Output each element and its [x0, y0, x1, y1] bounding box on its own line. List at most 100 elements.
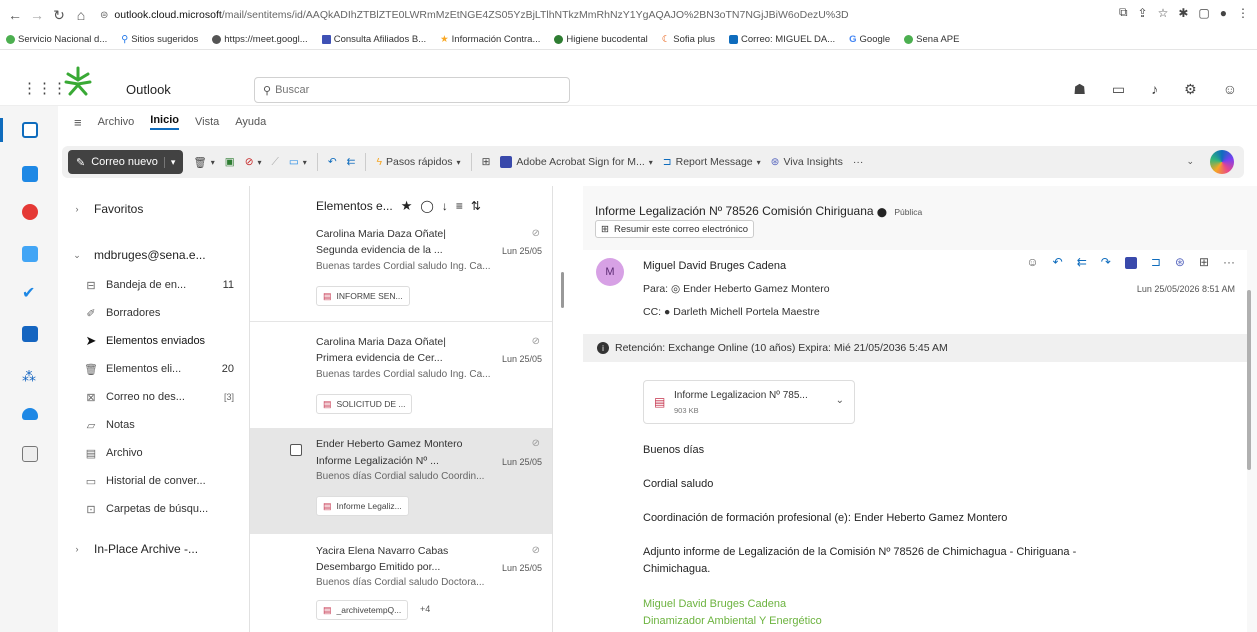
cc-recipients[interactable]: CC: ● Darleth Michell Portela Maestre	[643, 306, 820, 318]
app-launcher-icon[interactable]: ⋮⋮⋮	[22, 79, 67, 97]
viva-icon[interactable]: ⊛	[1175, 255, 1185, 269]
sweep-button[interactable]: ⟋	[272, 156, 279, 169]
favorites-section[interactable]: › Favoritos	[58, 196, 248, 222]
list-item[interactable]: Yacira Elena Navarro Cabas ⊘ Desembargo …	[250, 535, 552, 632]
folder-search[interactable]: ⊡ Carpetas de búsqu...	[58, 496, 248, 522]
tab-vista[interactable]: Vista	[195, 116, 219, 128]
back-icon[interactable]: ←	[4, 4, 26, 26]
attachment-chip[interactable]: ▤ SOLICITUD DE ...	[316, 394, 413, 414]
folder-junk[interactable]: ⊠ Correo no des... [3]	[58, 384, 248, 410]
extensions-icon[interactable]: ✱	[1178, 6, 1188, 20]
forward-icon[interactable]: ↷	[1101, 255, 1111, 269]
list-item[interactable]: Carolina Maria Daza Oñate| ⊘ Primera evi…	[250, 322, 552, 427]
sidebar-icon[interactable]: ▢	[1198, 6, 1209, 20]
more-apps-icon[interactable]	[22, 446, 38, 462]
site-info-icon[interactable]: ⊜	[100, 10, 108, 21]
reload-icon[interactable]: ↻	[48, 4, 70, 26]
archive-button[interactable]: ▣	[225, 156, 235, 168]
profile-icon[interactable]: ●	[1220, 6, 1227, 20]
people-icon[interactable]	[22, 246, 38, 262]
adobe-sign-button[interactable]: Adobe Acrobat Sign for M... ▾	[500, 156, 653, 168]
summarize-button[interactable]: ⊞ Resumir este correo electrónico	[595, 220, 755, 238]
apps-button[interactable]: ⊞	[482, 156, 491, 168]
todo-icon[interactable]: ✔	[22, 286, 38, 302]
adobe-icon[interactable]	[1124, 257, 1137, 269]
share-icon[interactable]: ⇪	[1138, 6, 1148, 20]
gear-icon[interactable]: ⚙	[1184, 81, 1197, 98]
list-item[interactable]: Carolina Maria Daza Oñate| ⊘ Segunda evi…	[250, 226, 552, 318]
chevron-down-icon[interactable]: ▾	[163, 156, 175, 168]
more-attachments-count[interactable]: +4	[420, 604, 430, 614]
more-options-button[interactable]: ···	[853, 156, 864, 168]
bookmark-item[interactable]: G Google	[849, 34, 890, 45]
account-section[interactable]: ⌄ mdbruges@sena.e...	[58, 242, 248, 268]
report-button[interactable]: ⊘ ▾	[245, 156, 262, 168]
cloud-icon[interactable]	[22, 408, 38, 420]
reply-all-icon[interactable]: ⇇	[1077, 255, 1087, 269]
ribbon-expand-icon[interactable]: ⌄	[1186, 156, 1194, 167]
bell-icon[interactable]: ♪	[1151, 81, 1158, 98]
copilot-button[interactable]	[1210, 150, 1234, 174]
my-day-icon[interactable]: ▭	[1112, 81, 1125, 98]
attachment-chip[interactable]: ▤ INFORME SEN...	[316, 286, 410, 306]
calendar-icon[interactable]	[22, 166, 38, 182]
tab-ayuda[interactable]: Ayuda	[235, 116, 266, 128]
bookmark-star-icon[interactable]: ☆	[1158, 6, 1169, 20]
bookmark-item[interactable]: ⚲ Sitios sugeridos	[121, 34, 198, 45]
sort-down-icon[interactable]: ↓	[442, 199, 448, 213]
bookmark-item[interactable]: Sena APE	[904, 34, 959, 45]
filter-circle-icon[interactable]: ◯	[420, 199, 433, 213]
hamburger-icon[interactable]: ≡	[74, 115, 82, 130]
star-icon[interactable]: ★	[401, 198, 413, 214]
sort-icon[interactable]: ⇅	[471, 199, 481, 213]
viva-insights-button[interactable]: ⊛ Viva Insights	[771, 156, 843, 168]
folder-inbox[interactable]: ⊟ Bandeja de en... 11	[58, 272, 248, 298]
bookmark-item[interactable]: Correo: MIGUEL DA...	[728, 34, 835, 45]
tab-archivo[interactable]: Archivo	[98, 116, 135, 128]
delete-button[interactable]: 🗑 ▾	[193, 156, 214, 169]
mail-icon[interactable]	[22, 122, 38, 138]
report-message-button[interactable]: ⊐ Report Message ▾	[663, 156, 761, 168]
account-icon[interactable]: ☺	[1223, 81, 1237, 98]
bookmark-item[interactable]: ☾ Sofia plus	[662, 34, 715, 45]
reply-icon[interactable]: ↶	[1053, 255, 1063, 269]
copilot-icon[interactable]	[22, 204, 38, 220]
bookmark-item[interactable]: ★ Información Contra...	[440, 34, 540, 45]
translate-icon[interactable]: ⧉	[1119, 5, 1128, 20]
new-mail-button[interactable]: ✎ Correo nuevo ▾	[68, 150, 184, 174]
search-box[interactable]: ⚲	[254, 77, 570, 103]
bookmark-item[interactable]: Higiene bucodental	[554, 34, 648, 45]
in-place-archive-section[interactable]: › In-Place Archive -...	[58, 536, 248, 562]
filter-icon[interactable]: ≡	[456, 199, 463, 213]
reply-all-button[interactable]: ⇇	[347, 156, 356, 168]
folder-sent[interactable]: ➤ Elementos enviados	[58, 328, 248, 354]
bookmark-item[interactable]: https://meet.googl...	[212, 34, 308, 45]
chevron-down-icon[interactable]: ⌄	[836, 395, 844, 406]
list-scrollbar[interactable]	[561, 272, 564, 308]
report-icon[interactable]: ⊐	[1151, 255, 1161, 269]
teams-icon[interactable]: ☗	[1073, 81, 1086, 98]
folder-archive[interactable]: ▤ Archivo	[58, 440, 248, 466]
tab-inicio[interactable]: Inicio	[150, 114, 180, 130]
emoji-icon[interactable]: ☺	[1026, 255, 1038, 269]
move-button[interactable]: ▭ ▾	[289, 156, 307, 168]
org-icon[interactable]: ⁂	[22, 368, 38, 384]
folder-deleted[interactable]: 🗑 Elementos eli... 20	[58, 356, 248, 382]
list-item-selected[interactable]: Ender Heberto Gamez Montero ⊘ Informe Le…	[250, 428, 552, 534]
onedrive-app-icon[interactable]	[22, 326, 38, 342]
reading-scrollbar[interactable]	[1247, 290, 1251, 470]
ellipsis-icon[interactable]: ···	[1223, 255, 1235, 269]
attachment-chip[interactable]: ▤ Informe Legaliz...	[316, 496, 409, 516]
quick-steps-button[interactable]: ϟ Pasos rápidos ▾	[376, 156, 460, 168]
menu-icon[interactable]: ⋮	[1237, 6, 1249, 20]
bookmark-item[interactable]: Servicio Nacional d...	[6, 34, 107, 45]
address-bar[interactable]: ⊜ outlook.cloud.microsoft/mail/sentitems…	[100, 5, 1100, 25]
reply-button[interactable]: ↶	[328, 156, 337, 168]
avatar[interactable]: M	[596, 258, 624, 286]
sender-name[interactable]: Miguel David Bruges Cadena	[643, 260, 786, 272]
home-icon[interactable]: ⌂	[70, 4, 92, 26]
folder-history[interactable]: ▭ Historial de conver...	[58, 468, 248, 494]
folder-drafts[interactable]: ✐ Borradores	[58, 300, 248, 326]
attachment-card[interactable]: ▤ Informe Legalizacion Nº 785... 903 KB …	[643, 380, 855, 424]
forward-icon[interactable]: →	[26, 4, 48, 26]
